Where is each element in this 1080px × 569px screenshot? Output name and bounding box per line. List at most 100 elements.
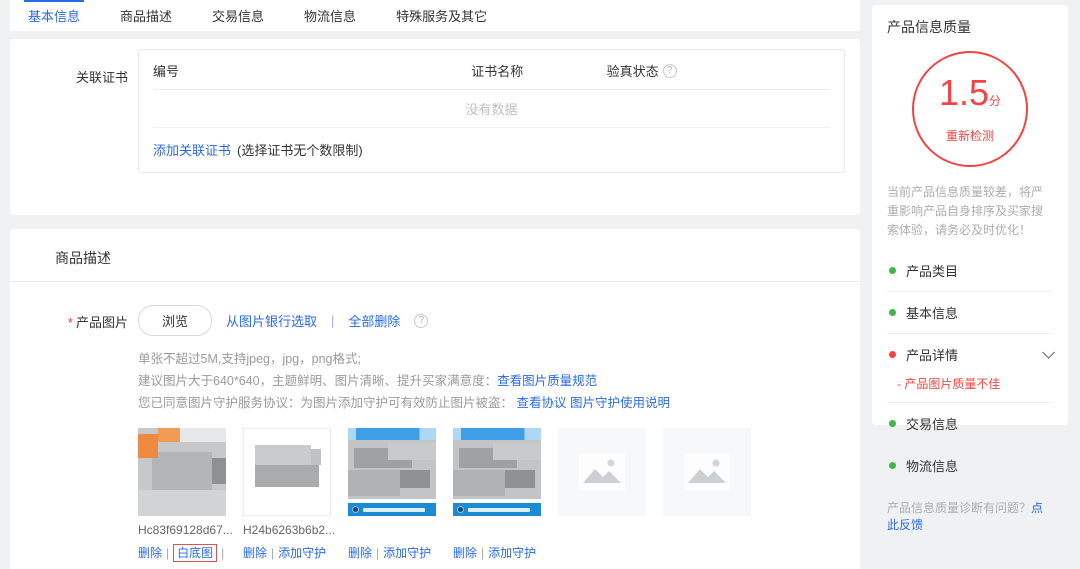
image-actions: 删除 | 添加守护 — [453, 544, 541, 561]
image-actions: 删除 | 添加守护 — [243, 544, 331, 561]
white-background-link[interactable]: 白底图 — [173, 544, 218, 562]
gallery-item: 删除 | 添加守护 — [453, 428, 541, 569]
quality-warning-text: 当前产品信息质量较差，将严重影响产品自身排序及买家搜索体验，请务必及时优化！ — [887, 185, 1044, 237]
certificates-table-footer: 添加关联证书 (选择证书无个数限制) — [153, 128, 830, 172]
quality-panel-title: 产品信息质量 — [887, 19, 971, 35]
company-logo-icon — [457, 506, 464, 513]
image-filename: H24b6263b6b2... — [243, 523, 336, 537]
certificates-table-header: 编号 证书名称 验真状态 ? — [153, 50, 830, 90]
column-header-verify-status: 验真状态 ? — [607, 61, 830, 80]
separator: | — [166, 546, 170, 560]
empty-image-slot[interactable] — [558, 428, 646, 516]
column-header-cert-name: 证书名称 — [471, 64, 524, 79]
status-dot-green — [889, 309, 896, 316]
product-image-thumbnail-3[interactable] — [348, 428, 436, 516]
main-content: 基本信息 商品描述 交易信息 物流信息 特殊服务及其它 关联证书 编号 证书名称… — [10, 0, 860, 569]
gallery-item — [558, 428, 646, 569]
image-quality-spec-link[interactable]: 查看图片质量规范 — [497, 374, 597, 388]
image-gallery: Hc83f69128d67... 删除|白底图| 添加守护 H24b6263b6… — [138, 428, 860, 569]
image-placeholder-icon — [684, 453, 730, 491]
related-certificates-label: 关联证书 — [75, 70, 128, 85]
add-guard-link[interactable]: 添加守护 — [488, 546, 536, 560]
separator: | — [221, 546, 225, 560]
image-controls: 浏览 从图片银行选取 | 全部删除 ? — [138, 305, 860, 336]
product-image-thumbnail-4[interactable] — [453, 428, 541, 516]
company-watermark-text — [363, 507, 425, 512]
tip-line-2: 建议图片大于640*640，主题鲜明、图片清晰、提升买家满意度：查看图片质量规范 — [138, 374, 598, 388]
add-guard-link[interactable]: 添加守护 — [278, 546, 326, 560]
column-header-verify-status-label: 验真状态 — [606, 64, 659, 79]
product-image-thumbnail-2[interactable] — [243, 428, 331, 516]
company-watermark-text — [468, 507, 530, 512]
status-dot-red — [889, 351, 896, 358]
quality-item-product-detail[interactable]: 产品详情 — [887, 333, 1055, 375]
quality-panel-footer: 产品信息质量诊断有问题？点此反馈 — [887, 486, 1053, 545]
tab-product-description[interactable]: 商品描述 — [120, 0, 172, 31]
add-certificate-link[interactable]: 添加关联证书 — [153, 140, 231, 159]
image-filename — [453, 523, 541, 538]
product-images-main: 浏览 从图片银行选取 | 全部删除 ? 单张不超过5M,支持jpeg，jpg，p… — [138, 305, 860, 569]
section-title: 商品描述 — [55, 250, 111, 266]
tab-trade-info[interactable]: 交易信息 — [212, 0, 264, 31]
image-filename: Hc83f69128d67... — [138, 523, 233, 537]
quality-item-basic-info[interactable]: 基本信息 — [887, 291, 1053, 333]
guard-usage-link[interactable]: 图片守护使用说明 — [570, 396, 670, 410]
separator: | — [481, 546, 485, 560]
help-icon[interactable]: ? — [414, 313, 429, 328]
gallery-item: 删除 | 添加守护 — [348, 428, 436, 569]
delete-image-link[interactable]: 删除 — [138, 546, 162, 560]
gallery-item: H24b6263b6b2... 删除 | 添加守护 — [243, 428, 336, 569]
empty-image-slot[interactable] — [663, 428, 751, 516]
company-logo-icon — [352, 506, 359, 513]
delete-image-link[interactable]: 删除 — [348, 546, 372, 560]
quality-score: 1.5分 — [938, 71, 1002, 113]
browse-button[interactable]: 浏览 — [138, 305, 213, 336]
empty-state-text: 没有数据 — [153, 90, 830, 128]
quality-item-trade-info[interactable]: 交易信息 — [887, 402, 1053, 444]
quality-item-logistics-info[interactable]: 物流信息 — [887, 444, 1053, 486]
separator: | — [376, 546, 380, 560]
banner-top-band — [348, 428, 436, 440]
gallery-item: Hc83f69128d67... 删除|白底图| 添加守护 — [138, 428, 233, 569]
status-dot-green — [889, 420, 896, 427]
image-placeholder-icon — [579, 453, 625, 491]
help-icon[interactable]: ? — [662, 63, 677, 78]
recheck-link[interactable]: 重新检测 — [946, 127, 994, 144]
tab-special-services[interactable]: 特殊服务及其它 — [396, 0, 487, 31]
add-certificate-hint: (选择证书无个数限制) — [237, 143, 363, 158]
pick-from-image-bank-link[interactable]: 从图片银行选取 — [226, 311, 317, 330]
quality-item-category[interactable]: 产品类目 — [887, 250, 1053, 291]
product-images-label: * 产品图片 — [67, 315, 128, 330]
delete-image-link[interactable]: 删除 — [453, 546, 477, 560]
chevron-down-icon — [1042, 346, 1055, 359]
product-description-section: 商品描述 * 产品图片 浏览 从图片银行选取 | 全部删除 ? 单张不超过5M,支… — [10, 229, 860, 569]
quality-score-circle: 1.5分 重新检测 — [912, 51, 1028, 167]
separator: | — [271, 546, 275, 560]
delete-image-link[interactable]: 删除 — [243, 546, 267, 560]
status-dot-green — [889, 462, 896, 469]
tab-logistics-info[interactable]: 物流信息 — [304, 0, 356, 31]
quality-checklist: 产品类目 基本信息 产品详情 - 产品图片质量不佳 交易信息 物流信息 — [887, 250, 1055, 486]
image-actions: 删除 | 白底图 | — [138, 544, 226, 562]
banner-top-band — [453, 428, 541, 440]
add-guard-link[interactable]: 添加守护 — [383, 546, 431, 560]
column-header-number: 编号 — [153, 64, 180, 79]
gallery-item — [663, 428, 751, 569]
status-dot-green — [889, 267, 896, 274]
tab-bar: 基本信息 商品描述 交易信息 物流信息 特殊服务及其它 — [10, 0, 860, 31]
product-image-thumbnail-1[interactable] — [138, 428, 226, 516]
score-unit: 分 — [989, 93, 1002, 108]
view-agreement-link[interactable]: 查看协议 — [517, 396, 567, 410]
required-asterisk: * — [67, 315, 73, 330]
image-actions: 删除 | 添加守护 — [348, 544, 436, 561]
related-certificates-section: 关联证书 编号 证书名称 验真状态 ? 没有数据 添加关联证书 (选择证书无个数… — [10, 39, 860, 215]
quality-issue-image-quality[interactable]: - 产品图片质量不佳 — [887, 375, 1053, 402]
tab-basic-info[interactable]: 基本信息 — [23, 0, 85, 31]
company-watermark-band — [453, 503, 541, 516]
product-images-field: * 产品图片 浏览 从图片银行选取 | 全部删除 ? 单张不超过5M,支持jpeg… — [10, 282, 860, 569]
issue-prefix: - — [897, 377, 901, 391]
product-info-quality-panel: 产品信息质量 1.5分 重新检测 当前产品信息质量较差，将严重影响产品自身排序及… — [872, 5, 1068, 532]
upload-tips: 单张不超过5M,支持jpeg，jpg，png格式; 建议图片大于640*640，… — [138, 348, 860, 414]
image-filename — [348, 523, 436, 538]
delete-all-link[interactable]: 全部删除 — [348, 311, 400, 330]
